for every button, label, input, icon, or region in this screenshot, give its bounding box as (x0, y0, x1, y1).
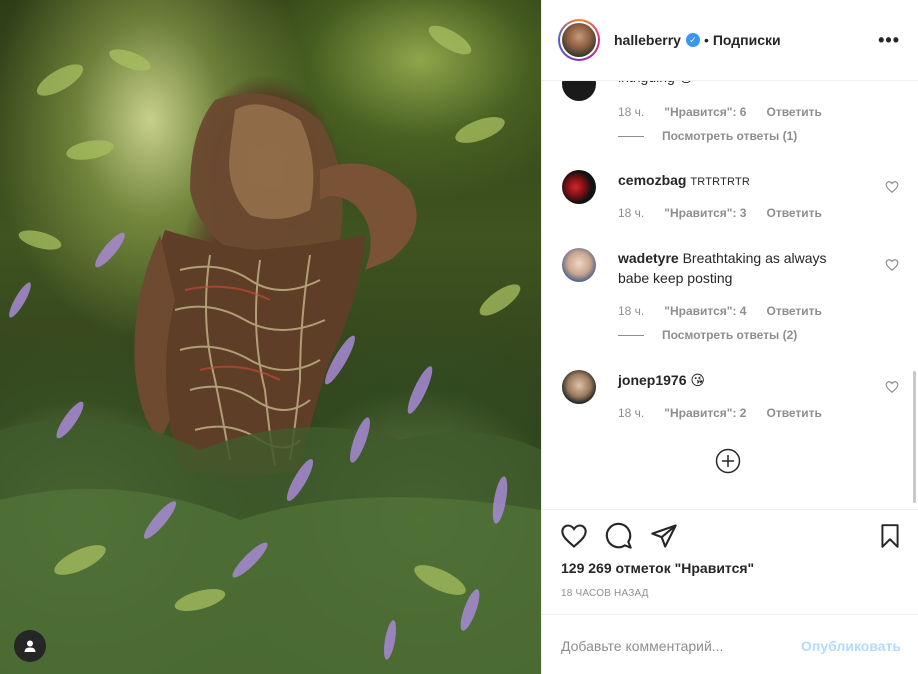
save-bookmark-icon[interactable] (877, 522, 903, 550)
load-more-comments-icon[interactable] (715, 448, 741, 474)
comment-item: wadetyre Breathtaking as always babe kee… (562, 248, 899, 342)
like-comment-heart-icon[interactable] (885, 180, 899, 194)
post-photo[interactable] (0, 0, 541, 674)
comment-likes[interactable]: "Нравится": 6 (664, 105, 746, 119)
like-heart-icon[interactable] (560, 522, 588, 550)
commenter-username[interactable]: cemozbag (618, 172, 686, 188)
comment-item: intriguing 😏 18 ч. "Нравится": 6 Ответит… (562, 81, 899, 147)
following-button[interactable]: Подписки (713, 32, 781, 48)
post-actions (542, 509, 918, 564)
commenter-avatar[interactable] (562, 370, 596, 404)
like-comment-heart-icon[interactable] (885, 258, 899, 272)
view-replies-label: Посмотреть ответы (1) (662, 129, 798, 143)
view-replies-button[interactable]: Посмотреть ответы (2) (618, 328, 797, 342)
author-avatar[interactable] (558, 19, 600, 61)
comment-likes[interactable]: "Нравится": 3 (664, 206, 746, 220)
reply-button[interactable]: Ответить (766, 206, 821, 220)
reply-button[interactable]: Ответить (766, 304, 821, 318)
comment-text: intriguing (618, 81, 675, 85)
post-header: halleberry ✓ • Подписки ••• (542, 0, 918, 81)
comment-meta: 18 ч. "Нравится": 3 Ответить (618, 206, 822, 220)
tagged-users-icon[interactable] (14, 630, 46, 662)
more-options-icon[interactable]: ••• (878, 30, 900, 51)
view-replies-label: Посмотреть ответы (2) (662, 328, 798, 342)
photo-figure (0, 25, 541, 674)
comment-item: jonep1976 😘 18 ч. "Нравится": 2 Ответить (562, 370, 899, 430)
reply-button[interactable]: Ответить (766, 105, 821, 119)
smirk-emoji: 😏 (679, 81, 694, 85)
commenter-username[interactable]: jonep1976 (618, 372, 686, 388)
share-paper-plane-icon[interactable] (650, 522, 678, 550)
comment-time: 18 ч. (618, 105, 645, 119)
posted-time[interactable]: 18 ЧАСОВ НАЗАД (561, 588, 649, 599)
comment-time: 18 ч. (618, 206, 645, 220)
commenter-avatar[interactable] (562, 248, 596, 282)
comments-scrollbar[interactable] (913, 371, 916, 503)
comments-list: intriguing 😏 18 ч. "Нравится": 6 Ответит… (542, 81, 918, 509)
commenter-avatar[interactable] (562, 81, 596, 101)
comment-input[interactable]: Добавьте комментарий... (561, 638, 723, 654)
comment-time: 18 ч. (618, 304, 645, 318)
comment-likes[interactable]: "Нравится": 2 (664, 406, 746, 420)
view-replies-button[interactable]: Посмотреть ответы (1) (618, 129, 797, 143)
add-comment-bar: Добавьте комментарий... Опубликовать (542, 614, 918, 674)
commenter-avatar[interactable] (562, 170, 596, 204)
comment-bubble-icon[interactable] (605, 522, 633, 550)
publish-button[interactable]: Опубликовать (801, 638, 901, 654)
post-panel: halleberry ✓ • Подписки ••• intriguing 😏… (541, 0, 918, 674)
commenter-username[interactable]: wadetyre (618, 250, 679, 266)
comment-text: TRTRTRTR (690, 176, 751, 188)
separator-dot: • (703, 32, 709, 48)
comment-meta: 18 ч. "Нравится": 2 Ответить (618, 406, 822, 420)
comment-item: cemozbag TRTRTRTR 18 ч. "Нравится": 3 От… (562, 170, 899, 230)
likes-count[interactable]: 129 269 отметок "Нравится" (561, 560, 754, 576)
comment-text: 😘 (690, 372, 705, 388)
comment-likes[interactable]: "Нравится": 4 (664, 304, 746, 318)
verified-badge-icon: ✓ (685, 33, 700, 47)
comment-time: 18 ч. (618, 406, 645, 420)
author-username[interactable]: halleberry (614, 32, 681, 48)
reply-button[interactable]: Ответить (766, 406, 821, 420)
comment-meta: 18 ч. "Нравится": 6 Ответить (618, 105, 822, 119)
comment-meta: 18 ч. "Нравится": 4 Ответить (618, 304, 822, 318)
like-comment-heart-icon[interactable] (885, 380, 899, 394)
